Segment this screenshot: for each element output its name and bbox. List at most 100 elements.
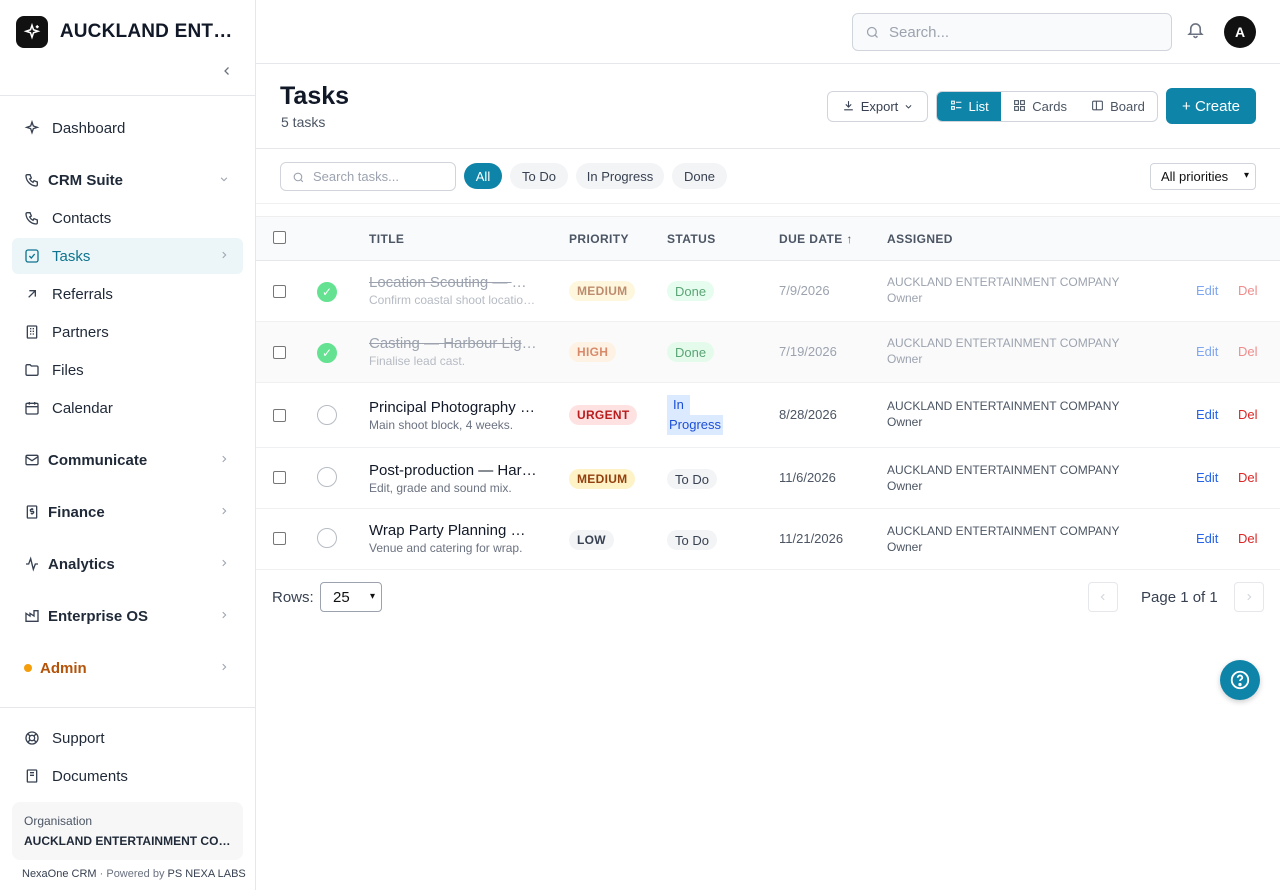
table-row[interactable]: Wrap Party Planning — Harbour Lights Ven…: [256, 509, 1280, 570]
delete-link[interactable]: Del: [1238, 407, 1258, 422]
create-button[interactable]: + Create: [1166, 88, 1256, 124]
table-row[interactable]: Post-production — Harbour Lights Edit, g…: [256, 448, 1280, 509]
edit-link[interactable]: Edit: [1196, 344, 1218, 359]
sidebar-item-dashboard[interactable]: Dashboard: [12, 110, 243, 146]
task-title[interactable]: Post-production — Harbour Lights: [369, 462, 537, 479]
avatar[interactable]: A: [1224, 16, 1256, 48]
task-title[interactable]: Casting — Harbour Lights: [369, 335, 537, 352]
sidebar-section-admin[interactable]: Admin: [12, 650, 243, 686]
row-checkbox[interactable]: [273, 346, 286, 359]
column-assigned[interactable]: ASSIGNED: [887, 232, 953, 246]
sidebar-item-support[interactable]: Support: [12, 720, 243, 756]
sidebar-section-crm-suite[interactable]: CRM Suite: [12, 162, 243, 198]
due-date: 11/6/2026: [779, 470, 836, 485]
assigned-name: AUCKLAND ENTERTAINMENT COMPANY: [887, 399, 1120, 413]
row-checkbox[interactable]: [273, 285, 286, 298]
incomplete-circle-icon[interactable]: [317, 528, 337, 548]
row-checkbox[interactable]: [273, 471, 286, 484]
delete-link[interactable]: Del: [1238, 531, 1258, 546]
view-board-button[interactable]: Board: [1079, 92, 1157, 121]
sidebar-section-finance[interactable]: Finance: [12, 494, 243, 530]
filter-chip-all[interactable]: All: [464, 163, 502, 189]
column-status[interactable]: STATUS: [667, 232, 716, 246]
sidebar-section-enterprise-os[interactable]: Enterprise OS: [12, 598, 243, 634]
prev-page-button[interactable]: [1088, 582, 1118, 612]
task-search-input[interactable]: Search tasks...: [280, 162, 456, 191]
grid-icon: [1013, 99, 1026, 115]
bell-icon[interactable]: [1186, 20, 1205, 44]
priority-filter-select[interactable]: All priorities ▾: [1150, 163, 1256, 190]
rows-label: Rows:: [272, 589, 314, 606]
delete-link[interactable]: Del: [1238, 344, 1258, 359]
completed-check-icon[interactable]: ✓: [317, 282, 337, 302]
brand-name: AUCKLAND ENTER...: [59, 21, 239, 42]
chevron-right-icon: [219, 505, 229, 519]
filter-chip-done[interactable]: Done: [672, 163, 727, 189]
task-title[interactable]: Principal Photography — Harbour Lights: [369, 399, 537, 416]
edit-link[interactable]: Edit: [1196, 283, 1218, 298]
incomplete-circle-icon[interactable]: [317, 467, 337, 487]
delete-link[interactable]: Del: [1238, 470, 1258, 485]
help-button[interactable]: [1220, 660, 1260, 700]
rows-per-page-select[interactable]: 25 ▾: [320, 582, 382, 612]
topbar: Search... A: [256, 0, 1280, 64]
delete-link[interactable]: Del: [1238, 283, 1258, 298]
sidebar-section-analytics[interactable]: Analytics: [12, 546, 243, 582]
sidebar-item-partners[interactable]: Partners: [12, 314, 243, 350]
task-description: Venue and catering for wrap.: [369, 541, 523, 555]
organisation-box[interactable]: Organisation AUCKLAND ENTERTAINMENT COMP…: [12, 802, 243, 860]
view-list-button[interactable]: List: [937, 92, 1002, 121]
completed-check-icon[interactable]: ✓: [317, 343, 337, 363]
sidebar-item-tasks[interactable]: Tasks: [12, 238, 243, 274]
view-switcher: List Cards Board: [936, 91, 1158, 122]
task-description: Main shoot block, 4 weeks.: [369, 418, 514, 432]
mail-icon: [24, 452, 40, 468]
view-cards-button[interactable]: Cards: [1001, 92, 1079, 121]
chevron-right-icon: [219, 609, 229, 623]
page-header: Tasks 5 tasks Export List Cards Board + …: [256, 64, 1280, 149]
sidebar-section-communicate[interactable]: Communicate: [12, 442, 243, 478]
column-title[interactable]: TITLE: [369, 232, 404, 246]
brand: AUCKLAND ENTER...: [0, 0, 255, 64]
column-due-date[interactable]: DUE DATE ↑: [779, 232, 853, 246]
sidebar-item-calendar[interactable]: Calendar: [12, 390, 243, 426]
assigned-role: Owner: [887, 352, 923, 366]
edit-link[interactable]: Edit: [1196, 531, 1218, 546]
export-button[interactable]: Export: [827, 91, 928, 122]
status-badge: In Progress: [667, 395, 725, 435]
incomplete-circle-icon[interactable]: [317, 405, 337, 425]
row-checkbox[interactable]: [273, 409, 286, 422]
chevron-right-icon: [219, 557, 229, 571]
column-priority[interactable]: PRIORITY: [569, 232, 629, 246]
global-search-placeholder: Search...: [889, 23, 950, 41]
edit-link[interactable]: Edit: [1196, 470, 1218, 485]
due-date: 7/9/2026: [779, 283, 830, 298]
filter-chip-in-progress[interactable]: In Progress: [576, 163, 664, 189]
footer-app-name: NexaOne CRM: [22, 868, 97, 880]
table-row[interactable]: Principal Photography — Harbour Lights M…: [256, 383, 1280, 448]
due-date: 8/28/2026: [779, 407, 837, 422]
sidebar-item-files[interactable]: Files: [12, 352, 243, 388]
columns-icon: [1091, 99, 1104, 115]
row-checkbox[interactable]: [273, 532, 286, 545]
sidebar-item-label: Contacts: [52, 209, 112, 227]
next-page-button[interactable]: [1234, 582, 1264, 612]
sidebar-item-documents[interactable]: Documents: [12, 758, 243, 794]
chevron-down-icon: [904, 99, 913, 114]
due-date: 11/21/2026: [779, 531, 844, 546]
tasks-table: TITLE PRIORITY STATUS DUE DATE ↑ ASSIGNE…: [256, 216, 1280, 570]
collapse-sidebar-icon[interactable]: [221, 64, 233, 80]
global-search-input[interactable]: Search...: [852, 13, 1172, 51]
sidebar-item-referrals[interactable]: Referrals: [12, 276, 243, 312]
task-title[interactable]: Location Scouting — Harbour Lights: [369, 274, 537, 291]
select-all-checkbox[interactable]: [273, 231, 286, 244]
edit-link[interactable]: Edit: [1196, 407, 1218, 422]
task-title[interactable]: Wrap Party Planning — Harbour Lights: [369, 522, 537, 539]
page-indicator: Page 1 of 1: [1141, 589, 1218, 606]
priority-badge: LOW: [569, 530, 614, 550]
priority-filter-value: All priorities: [1161, 169, 1229, 184]
table-row[interactable]: ✓ Location Scouting — Harbour Lights Con…: [256, 261, 1280, 322]
table-row[interactable]: ✓ Casting — Harbour Lights Finalise lead…: [256, 322, 1280, 383]
filter-chip-to-do[interactable]: To Do: [510, 163, 568, 189]
sidebar-item-contacts[interactable]: Contacts: [12, 200, 243, 236]
